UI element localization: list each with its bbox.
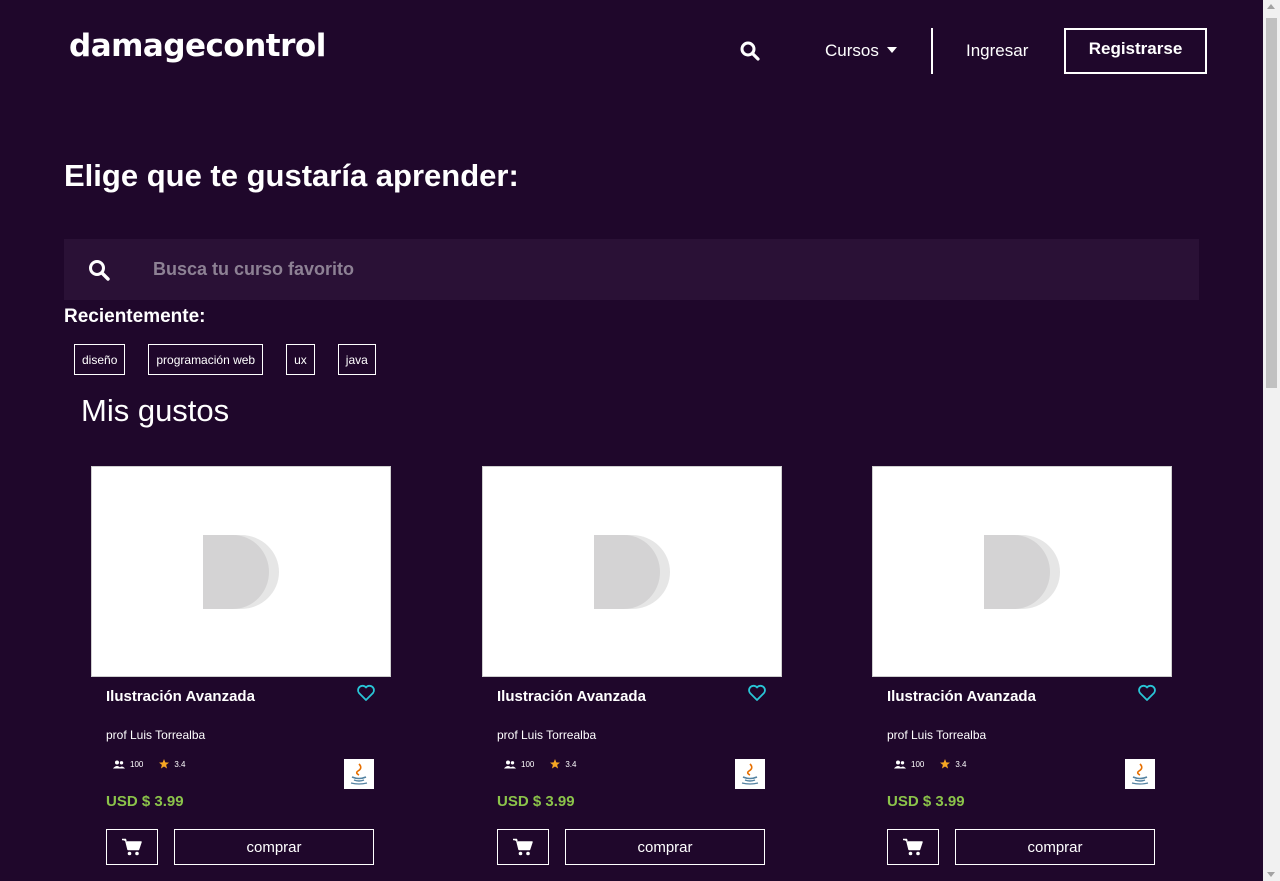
- course-author: prof Luis Torrealba: [887, 728, 987, 742]
- course-title[interactable]: Ilustración Avanzada: [106, 688, 255, 705]
- buy-button[interactable]: comprar: [174, 829, 374, 865]
- star-icon: [940, 759, 951, 769]
- star-icon: [159, 759, 170, 769]
- placeholder-logo-icon: [984, 534, 1060, 609]
- cart-icon: [122, 838, 142, 856]
- nav-divider: [931, 28, 933, 74]
- tag-chip[interactable]: diseño: [74, 344, 126, 375]
- heart-icon[interactable]: [1137, 683, 1157, 703]
- heart-icon[interactable]: [356, 683, 376, 703]
- add-to-cart-button[interactable]: [497, 829, 549, 865]
- course-price: USD $ 3.99: [887, 793, 965, 810]
- course-search-bar: [64, 239, 1199, 300]
- buy-button[interactable]: comprar: [955, 829, 1155, 865]
- heart-icon[interactable]: [747, 683, 767, 703]
- course-card: Ilustración Avanzada prof Luis Torrealba…: [91, 466, 391, 876]
- course-rating: 3.4: [565, 759, 577, 769]
- recent-tags: diseño programación web ux java: [74, 344, 399, 375]
- cart-icon: [513, 838, 533, 856]
- student-count: 100: [130, 759, 144, 769]
- buy-button[interactable]: comprar: [565, 829, 765, 865]
- recent-label: Recientemente:: [64, 306, 206, 327]
- add-to-cart-button[interactable]: [887, 829, 939, 865]
- add-to-cart-button[interactable]: [106, 829, 158, 865]
- course-title[interactable]: Ilustración Avanzada: [887, 688, 1036, 705]
- student-count: 100: [911, 759, 925, 769]
- course-card: Ilustración Avanzada prof Luis Torrealba…: [482, 466, 782, 876]
- courses-label: Cursos: [825, 41, 879, 60]
- search-icon[interactable]: [740, 41, 760, 61]
- login-link[interactable]: Ingresar: [966, 41, 1028, 61]
- scroll-up-icon[interactable]: [1267, 4, 1275, 9]
- search-icon: [89, 259, 110, 281]
- placeholder-logo-icon: [594, 534, 670, 609]
- student-count: 100: [521, 759, 535, 769]
- course-rating: 3.4: [955, 759, 967, 769]
- page-title: Elige que te gustaría aprender:: [64, 158, 519, 193]
- course-rating: 3.4: [174, 759, 186, 769]
- search-input[interactable]: [153, 259, 1053, 280]
- java-logo-icon: [735, 759, 765, 789]
- site-logo[interactable]: damagecontrol: [69, 28, 326, 64]
- course-stats: 100 3.4: [113, 759, 185, 769]
- caret-down-icon: [886, 47, 897, 53]
- scrollbar-thumb[interactable]: [1266, 18, 1277, 388]
- users-icon: [504, 760, 516, 768]
- course-stats: 100 3.4: [894, 759, 966, 769]
- course-author: prof Luis Torrealba: [106, 728, 206, 742]
- users-icon: [894, 760, 906, 768]
- course-price: USD $ 3.99: [106, 793, 184, 810]
- users-icon: [113, 760, 125, 768]
- course-title[interactable]: Ilustración Avanzada: [497, 688, 646, 705]
- java-logo-icon: [1125, 759, 1155, 789]
- course-thumbnail[interactable]: [872, 466, 1172, 677]
- cart-icon: [903, 838, 923, 856]
- tag-chip[interactable]: programación web: [148, 344, 264, 375]
- java-logo-icon: [344, 759, 374, 789]
- course-card: Ilustración Avanzada prof Luis Torrealba…: [872, 466, 1172, 876]
- course-thumbnail[interactable]: [91, 466, 391, 677]
- course-stats: 100 3.4: [504, 759, 576, 769]
- scroll-down-icon[interactable]: [1267, 872, 1275, 877]
- section-title: Mis gustos: [81, 393, 230, 428]
- tag-chip[interactable]: ux: [286, 344, 315, 375]
- course-price: USD $ 3.99: [497, 793, 575, 810]
- course-author: prof Luis Torrealba: [497, 728, 597, 742]
- placeholder-logo-icon: [203, 534, 279, 609]
- star-icon: [550, 759, 561, 769]
- course-thumbnail[interactable]: [482, 466, 782, 677]
- register-button[interactable]: Registrarse: [1064, 28, 1207, 74]
- tag-chip[interactable]: java: [337, 344, 376, 375]
- vertical-scrollbar[interactable]: [1263, 0, 1280, 881]
- courses-dropdown[interactable]: Cursos: [825, 41, 897, 61]
